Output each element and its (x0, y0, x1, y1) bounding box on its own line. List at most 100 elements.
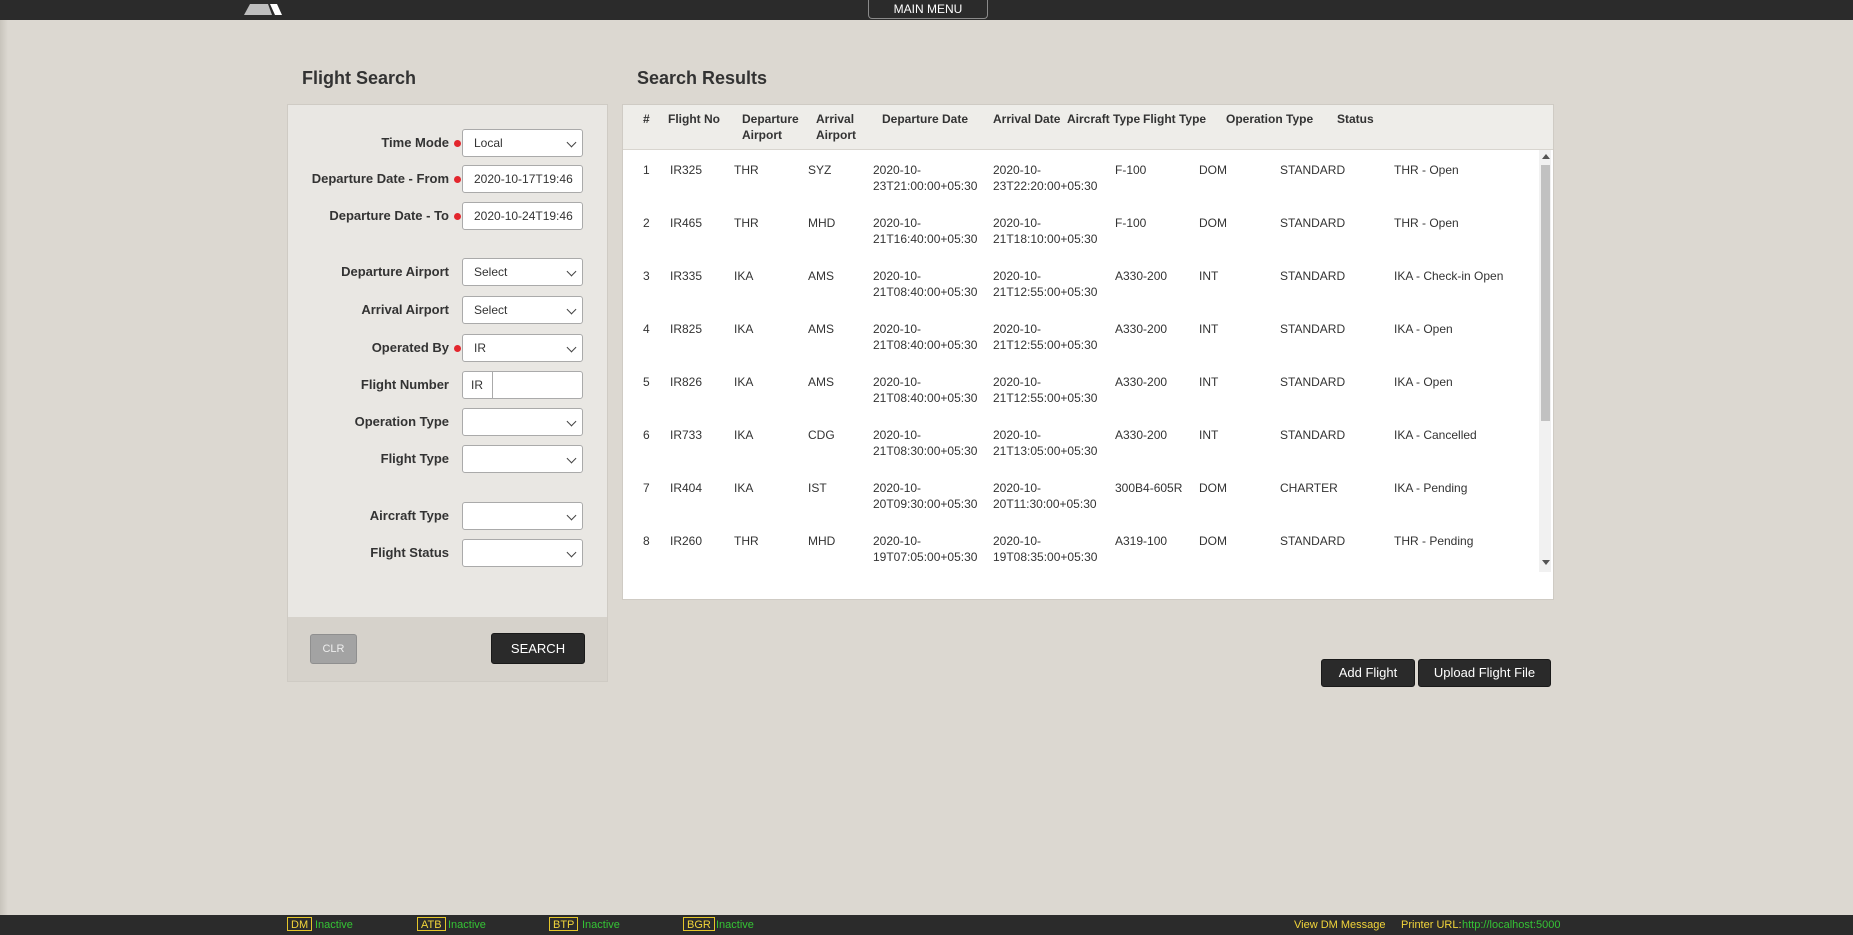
printer-url-value[interactable]: http://localhost:5000 (1462, 918, 1560, 932)
flight-status-select[interactable] (462, 539, 583, 567)
scroll-up-arrow-icon[interactable] (1542, 154, 1550, 159)
chevron-down-icon (566, 510, 577, 521)
table-row[interactable]: 6 IR733 IKA CDG 2020-10- 21T08:30:00+05:30 202… (623, 415, 1537, 469)
cell-arrival-date-line1: 2020-10- (993, 428, 1042, 442)
table-row[interactable]: 1 IR325 THR SYZ 2020-10- 23T21:00:00+05:30 202… (623, 150, 1537, 204)
col-header-arrival-airport-line2: Airport (816, 128, 856, 142)
cell-arrival-airport: SYZ (808, 163, 832, 177)
arr-airport-row: Arrival Airport Select (288, 295, 607, 325)
arrival-airport-select[interactable]: Select (462, 296, 583, 324)
operated-by-row: Operated By IR (288, 333, 607, 363)
col-header-operation-type: Operation Type (1226, 112, 1314, 126)
col-header-arrival-date: Arrival Date (993, 112, 1061, 126)
departure-date-to-label: Departure Date - To (329, 208, 449, 223)
cell-arrival-date: 2020-10- 19T08:35:00+05:30 (993, 533, 1097, 565)
table-row[interactable]: 2 IR465 THR MHD 2020-10- 21T16:40:00+05:30 202… (623, 203, 1537, 257)
operation-type-label: Operation Type (354, 414, 449, 429)
cell-departure-airport: IKA (734, 428, 754, 442)
search-button[interactable]: SEARCH (491, 633, 585, 664)
cell-departure-airport: THR (734, 534, 759, 548)
cell-flight-no: IR335 (670, 269, 703, 283)
cell-aircraft-type: A330-200 (1115, 375, 1168, 389)
cell-departure-date: 2020-10- 20T09:30:00+05:30 (873, 480, 977, 512)
cell-status: THR - Open (1394, 216, 1459, 230)
cell-flight-no: IR325 (670, 163, 703, 177)
aircraft-type-row: Aircraft Type (288, 501, 607, 531)
cell-arrival-date-line2: 21T12:55:00+05:30 (993, 391, 1098, 405)
required-indicator-icon (454, 140, 461, 147)
cell-flight-no: IR404 (670, 481, 703, 495)
upload-flight-file-button[interactable]: Upload Flight File (1418, 659, 1551, 687)
cell-arrival-date-line1: 2020-10- (993, 375, 1042, 389)
table-row[interactable]: 4 IR825 IKA AMS 2020-10- 21T08:40:00+05:30 202… (623, 309, 1537, 363)
top-bar: MAIN MENU (0, 0, 1853, 20)
flight-search-title: Flight Search (302, 68, 417, 88)
cell-arrival-airport: IST (808, 481, 827, 495)
cell-departure-date-line2: 23T21:00:00+05:30 (873, 179, 978, 193)
cell-flight-type: DOM (1199, 216, 1227, 230)
cell-departure-date: 2020-10- 21T08:40:00+05:30 (873, 321, 977, 353)
col-header-departure-airport-line2: Airport (742, 128, 782, 142)
view-dm-message-link[interactable]: View DM Message (1294, 918, 1386, 932)
flight-number-row: Flight Number IR (288, 370, 607, 400)
departure-date-to-input[interactable]: 2020-10-24T19:46 (462, 202, 583, 230)
cell-flight-type: DOM (1199, 481, 1227, 495)
cell-arrival-airport: CDG (808, 428, 835, 442)
table-row[interactable]: 5 IR826 IKA AMS 2020-10- 21T08:40:00+05:30 202… (623, 362, 1537, 416)
departure-airport-value: Select (474, 265, 508, 279)
main-menu-button[interactable]: MAIN MENU (868, 0, 988, 19)
aircraft-type-select[interactable] (462, 502, 583, 530)
dep-from-row: Departure Date - From 2020-10-17T19:46 (288, 164, 607, 194)
cell-arrival-date-line1: 2020-10- (993, 163, 1042, 177)
cell-departure-date: 2020-10- 23T21:00:00+05:30 (873, 162, 977, 194)
cell-aircraft-type: A319-100 (1115, 534, 1168, 548)
cell-arrival-date-line2: 21T12:55:00+05:30 (993, 338, 1098, 352)
cell-status: THR - Pending (1394, 534, 1474, 548)
cell-departure-date-line1: 2020-10- (873, 216, 922, 230)
required-indicator-icon (454, 345, 461, 352)
arrival-airport-label: Arrival Airport (361, 302, 449, 317)
time-mode-select[interactable]: Local (462, 129, 583, 157)
cell-number: 1 (643, 163, 650, 177)
flight-number-label: Flight Number (360, 377, 449, 392)
cell-departure-date-line1: 2020-10- (873, 375, 922, 389)
status-bar: DM Inactive ATB Inactive BTP Inactive BG… (0, 915, 1853, 935)
cell-arrival-date: 2020-10- 21T12:55:00+05:30 (993, 268, 1097, 300)
add-flight-button[interactable]: Add Flight (1321, 659, 1415, 687)
flight-status-label: Flight Status (370, 545, 449, 560)
cell-operation-type: STANDARD (1280, 375, 1346, 389)
chevron-down-icon (566, 547, 577, 558)
operation-type-select[interactable] (462, 408, 583, 436)
cell-departure-airport: IKA (734, 481, 754, 495)
required-indicator-icon (454, 176, 461, 183)
cell-departure-airport: IKA (734, 269, 754, 283)
operated-by-label: Operated By (371, 340, 449, 355)
departure-airport-select[interactable]: Select (462, 258, 583, 286)
table-row[interactable]: 7 IR404 IKA IST 2020-10- 20T09:30:00+05:30 202… (623, 468, 1537, 522)
chevron-down-icon (566, 266, 577, 277)
chevron-down-icon (566, 453, 577, 464)
flight-type-select[interactable] (462, 445, 583, 473)
flight-status-row: Flight Status (288, 538, 607, 568)
operated-by-select[interactable]: IR (462, 334, 583, 362)
cell-arrival-airport: AMS (808, 269, 835, 283)
departure-airport-label: Departure Airport (341, 264, 449, 279)
time-mode-row: Time Mode Local (288, 128, 607, 158)
time-mode-value: Local (474, 136, 503, 150)
status-tag-dm: DM (287, 917, 313, 931)
flight-number-input[interactable]: IR (462, 371, 583, 399)
departure-date-from-input[interactable]: 2020-10-17T19:46 (462, 165, 583, 193)
scroll-down-arrow-icon[interactable] (1542, 560, 1550, 565)
cell-departure-date-line1: 2020-10- (873, 534, 922, 548)
cell-arrival-date-line2: 23T22:20:00+05:30 (993, 179, 1098, 193)
table-scrollbar-thumb[interactable] (1541, 165, 1550, 421)
flight-type-row: Flight Type (288, 444, 607, 474)
clear-button[interactable]: CLR (310, 634, 357, 664)
cell-departure-date-line1: 2020-10- (873, 428, 922, 442)
col-header-number: # (643, 112, 650, 126)
table-row[interactable]: 8 IR260 THR MHD 2020-10- 19T07:05:00+05:30 202… (623, 521, 1537, 572)
table-row[interactable]: 3 IR335 IKA AMS 2020-10- 21T08:40:00+05:30 202… (623, 256, 1537, 310)
cell-departure-date: 2020-10- 21T16:40:00+05:30 (873, 215, 977, 247)
flight-type-label: Flight Type (380, 451, 449, 466)
status-tag-btp: BTP (549, 917, 579, 931)
